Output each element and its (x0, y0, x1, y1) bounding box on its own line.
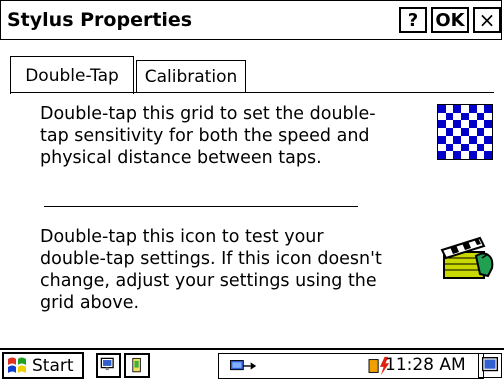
grid-cell (438, 105, 446, 113)
grid-cell (453, 143, 462, 152)
ok-button[interactable]: OK (431, 7, 469, 33)
grid-cell (453, 151, 462, 159)
grid-cell (445, 120, 454, 129)
grid-cell (453, 105, 462, 113)
grid-cell (484, 105, 492, 113)
grid-cell (461, 105, 469, 113)
grid-cell (438, 128, 446, 136)
clapperboard-icon[interactable] (436, 230, 496, 282)
grid-cell (461, 128, 469, 136)
grid-cell (461, 112, 469, 121)
grid-cell (468, 112, 477, 121)
grid-cell (468, 151, 477, 159)
grid-cell (461, 120, 469, 129)
grid-cell (468, 120, 477, 129)
grid-cell (476, 128, 485, 136)
help-button[interactable]: ? (399, 7, 427, 33)
network-icon[interactable] (227, 355, 267, 377)
grid-cell (438, 151, 446, 159)
taskbar: Start 11:28 AM (0, 348, 504, 381)
grid-cell (438, 143, 446, 152)
grid-cell (438, 120, 446, 129)
tab-divider (10, 92, 494, 93)
grid-cell (476, 105, 485, 113)
window-title: Stylus Properties (7, 9, 193, 31)
grid-cell (476, 120, 485, 129)
grid-cell (484, 112, 492, 121)
grid-cell (445, 128, 454, 136)
grid-cell (438, 135, 446, 144)
desktop-switch-icon[interactable] (478, 353, 502, 378)
separator (44, 206, 358, 207)
stylus-properties-task-icon[interactable] (124, 353, 150, 378)
close-button[interactable]: × (473, 7, 501, 33)
grid-cell (461, 143, 469, 152)
grid-cell (461, 135, 469, 144)
grid-cell (484, 135, 492, 144)
windows-flag-icon (8, 357, 26, 373)
grid-cell (484, 120, 492, 129)
grid-cell (468, 135, 477, 144)
grid-cell (476, 151, 485, 159)
grid-cell (484, 128, 492, 136)
test-instructions: Double-tap this icon to test your double… (40, 227, 382, 313)
grid-cell (484, 143, 492, 152)
grid-cell (468, 128, 477, 136)
grid-cell (445, 112, 454, 121)
title-bar: Stylus Properties ? OK × (0, 0, 502, 40)
grid-cell (453, 120, 462, 129)
grid-cell (453, 112, 462, 121)
grid-cell (468, 143, 477, 152)
grid-cell (476, 112, 485, 121)
desktop-icon[interactable] (96, 353, 121, 378)
grid-cell (453, 128, 462, 136)
grid-cell (476, 135, 485, 144)
tab-double-tap[interactable]: Double-Tap (10, 56, 134, 94)
grid-cell (438, 112, 446, 121)
grid-cell (445, 151, 454, 159)
grid-cell (476, 143, 485, 152)
screen: Stylus Properties ? OK × Double-Tap Cali… (0, 0, 504, 381)
grid-cell (484, 151, 492, 159)
grid-cell (445, 105, 454, 113)
tab-calibration[interactable]: Calibration (136, 60, 246, 92)
grid-instructions: Double-tap this grid to set the double- … (40, 104, 376, 168)
grid-cell (453, 135, 462, 144)
grid-cell (445, 143, 454, 152)
start-label: Start (32, 355, 74, 376)
checkerboard-grid-icon[interactable] (437, 104, 493, 160)
grid-cell (445, 135, 454, 144)
clock[interactable]: 11:28 AM (385, 355, 466, 375)
grid-cell (468, 105, 477, 113)
start-button[interactable]: Start (2, 352, 84, 379)
grid-cell (461, 151, 469, 159)
